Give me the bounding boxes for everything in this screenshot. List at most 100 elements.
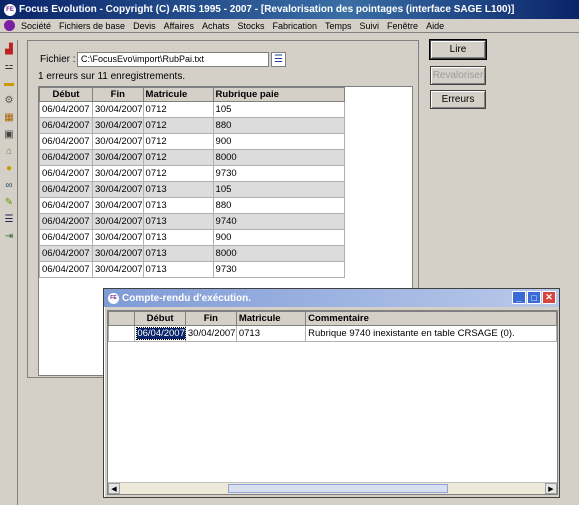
erreurs-button[interactable]: Erreurs <box>430 90 486 109</box>
col-header-rubrique[interactable]: Rubrique paie <box>212 87 345 102</box>
cell-matricule[interactable]: 0712 <box>142 165 214 182</box>
fichier-input[interactable]: C:\FocusEvo\import\RubPai.txt <box>77 52 269 67</box>
scroll-left-icon[interactable]: ◀ <box>108 483 120 494</box>
minimize-icon[interactable]: _ <box>512 291 526 304</box>
cell-debut[interactable]: 06/04/2007 <box>39 229 93 246</box>
cell-rubrique[interactable]: 9740 <box>212 213 345 230</box>
cell-debut[interactable]: 06/04/2007 <box>39 117 93 134</box>
table-row[interactable]: 06/04/2007 30/04/2007 0712 880 <box>39 117 345 134</box>
folder-icon[interactable]: ▬ <box>2 76 16 90</box>
cell-rubrique[interactable]: 8000 <box>212 149 345 166</box>
cell-matricule[interactable]: 0713 <box>142 261 214 278</box>
cell-matricule[interactable]: 0713 <box>142 213 214 230</box>
gear-icon[interactable]: ⚙ <box>2 93 16 107</box>
report-row[interactable]: 06/04/2007 30/04/2007 0713 Rubrique 9740… <box>107 325 557 342</box>
report-cell-debut[interactable]: 06/04/2007 <box>134 325 186 342</box>
cell-fin[interactable]: 30/04/2007 <box>92 117 144 134</box>
cell-debut[interactable]: 06/04/2007 <box>39 165 93 182</box>
table-row[interactable]: 06/04/2007 30/04/2007 0712 9730 <box>39 165 345 182</box>
cell-matricule[interactable]: 0712 <box>142 117 214 134</box>
table-row[interactable]: 06/04/2007 30/04/2007 0712 105 <box>39 101 345 118</box>
scroll-right-icon[interactable]: ▶ <box>545 483 557 494</box>
cell-rubrique[interactable]: 9730 <box>212 261 345 278</box>
cell-fin[interactable]: 30/04/2007 <box>92 229 144 246</box>
revaloriser-button[interactable]: Revaloriser <box>430 66 486 85</box>
cell-debut[interactable]: 06/04/2007 <box>39 101 93 118</box>
cell-rubrique[interactable]: 105 <box>212 101 345 118</box>
cell-fin[interactable]: 30/04/2007 <box>92 181 144 198</box>
table-row[interactable]: 06/04/2007 30/04/2007 0713 105 <box>39 181 345 198</box>
report-cell-fin[interactable]: 30/04/2007 <box>184 325 237 342</box>
cell-debut[interactable]: 06/04/2007 <box>39 261 93 278</box>
globe-icon[interactable]: ● <box>2 161 16 175</box>
cell-debut[interactable]: 06/04/2007 <box>39 133 93 150</box>
menu-aide[interactable]: Aide <box>422 21 448 31</box>
pencil-icon[interactable]: ✎ <box>2 195 16 209</box>
table-row[interactable]: 06/04/2007 30/04/2007 0713 900 <box>39 229 345 246</box>
cell-matricule[interactable]: 0712 <box>142 101 214 118</box>
menu-societe[interactable]: Société <box>17 21 55 31</box>
cell-fin[interactable]: 30/04/2007 <box>92 261 144 278</box>
col-header-debut[interactable]: Début <box>39 87 93 102</box>
table-row[interactable]: 06/04/2007 30/04/2007 0713 880 <box>39 197 345 214</box>
horizontal-scrollbar[interactable]: ◀ ▶ <box>108 482 557 494</box>
cell-fin[interactable]: 30/04/2007 <box>92 149 144 166</box>
cell-matricule[interactable]: 0713 <box>142 245 214 262</box>
cell-debut[interactable]: 06/04/2007 <box>39 245 93 262</box>
menu-stocks[interactable]: Stocks <box>233 21 268 31</box>
menu-temps[interactable]: Temps <box>321 21 356 31</box>
table-row[interactable]: 06/04/2007 30/04/2007 0713 8000 <box>39 245 345 262</box>
cell-fin[interactable]: 30/04/2007 <box>92 101 144 118</box>
grid-icon[interactable]: ▦ <box>2 110 16 124</box>
cell-matricule[interactable]: 0713 <box>142 229 214 246</box>
link-icon[interactable]: ∞ <box>2 178 16 192</box>
menu-achats[interactable]: Achats <box>198 21 234 31</box>
cell-fin[interactable]: 30/04/2007 <box>92 165 144 182</box>
cell-fin[interactable]: 30/04/2007 <box>92 197 144 214</box>
browse-file-icon[interactable]: ☰ <box>271 52 286 67</box>
menu-suivi[interactable]: Suivi <box>356 21 384 31</box>
menu-fichiers-de-base[interactable]: Fichiers de base <box>55 21 129 31</box>
cell-rubrique[interactable]: 900 <box>212 229 345 246</box>
report-col-commentaire[interactable]: Commentaire <box>305 311 557 326</box>
steps-icon[interactable]: ⚍ <box>2 59 16 73</box>
close-icon[interactable]: ✕ <box>542 291 556 304</box>
table-row[interactable]: 06/04/2007 30/04/2007 0713 9730 <box>39 261 345 278</box>
cell-debut[interactable]: 06/04/2007 <box>39 197 93 214</box>
cell-debut[interactable]: 06/04/2007 <box>39 181 93 198</box>
scroll-thumb[interactable] <box>228 484 448 493</box>
report-cell-matricule[interactable]: 0713 <box>235 325 307 342</box>
cell-rubrique[interactable]: 105 <box>212 181 345 198</box>
calendar-icon[interactable]: ▣ <box>2 127 16 141</box>
cell-fin[interactable]: 30/04/2007 <box>92 245 144 262</box>
cell-fin[interactable]: 30/04/2007 <box>92 133 144 150</box>
system-menu-icon[interactable] <box>4 20 15 31</box>
menu-fabrication[interactable]: Fabrication <box>268 21 321 31</box>
table-row[interactable]: 06/04/2007 30/04/2007 0713 9740 <box>39 213 345 230</box>
cell-rubrique[interactable]: 880 <box>212 197 345 214</box>
menu-affaires[interactable]: Affaires <box>160 21 198 31</box>
cell-rubrique[interactable]: 9730 <box>212 165 345 182</box>
building-icon[interactable]: ⌂ <box>2 144 16 158</box>
cell-fin[interactable]: 30/04/2007 <box>92 213 144 230</box>
cell-matricule[interactable]: 0712 <box>142 149 214 166</box>
table-row[interactable]: 06/04/2007 30/04/2007 0712 8000 <box>39 149 345 166</box>
row-selector[interactable] <box>107 325 136 342</box>
report-col-matricule[interactable]: Matricule <box>235 311 307 326</box>
cell-matricule[interactable]: 0713 <box>142 197 214 214</box>
cell-rubrique[interactable]: 880 <box>212 117 345 134</box>
cell-debut[interactable]: 06/04/2007 <box>39 149 93 166</box>
chart-icon[interactable]: ▟ <box>2 42 16 56</box>
menu-devis[interactable]: Devis <box>129 21 160 31</box>
col-header-fin[interactable]: Fin <box>92 87 144 102</box>
exit-icon[interactable]: ⇥ <box>2 229 16 243</box>
report-col-debut[interactable]: Début <box>134 311 186 326</box>
menu-fenetre[interactable]: Fenêtre <box>383 21 422 31</box>
report-grid[interactable]: Début Fin Matricule Commentaire 06/04/20… <box>107 310 558 495</box>
cell-matricule[interactable]: 0713 <box>142 181 214 198</box>
report-cell-commentaire[interactable]: Rubrique 9740 inexistante en table CRSAG… <box>305 325 557 342</box>
cell-debut[interactable]: 06/04/2007 <box>39 213 93 230</box>
cell-matricule[interactable]: 0712 <box>142 133 214 150</box>
dialog-titlebar[interactable]: FE Compte-rendu d'exécution. _ □ ✕ <box>104 289 559 307</box>
table-row[interactable]: 06/04/2007 30/04/2007 0712 900 <box>39 133 345 150</box>
